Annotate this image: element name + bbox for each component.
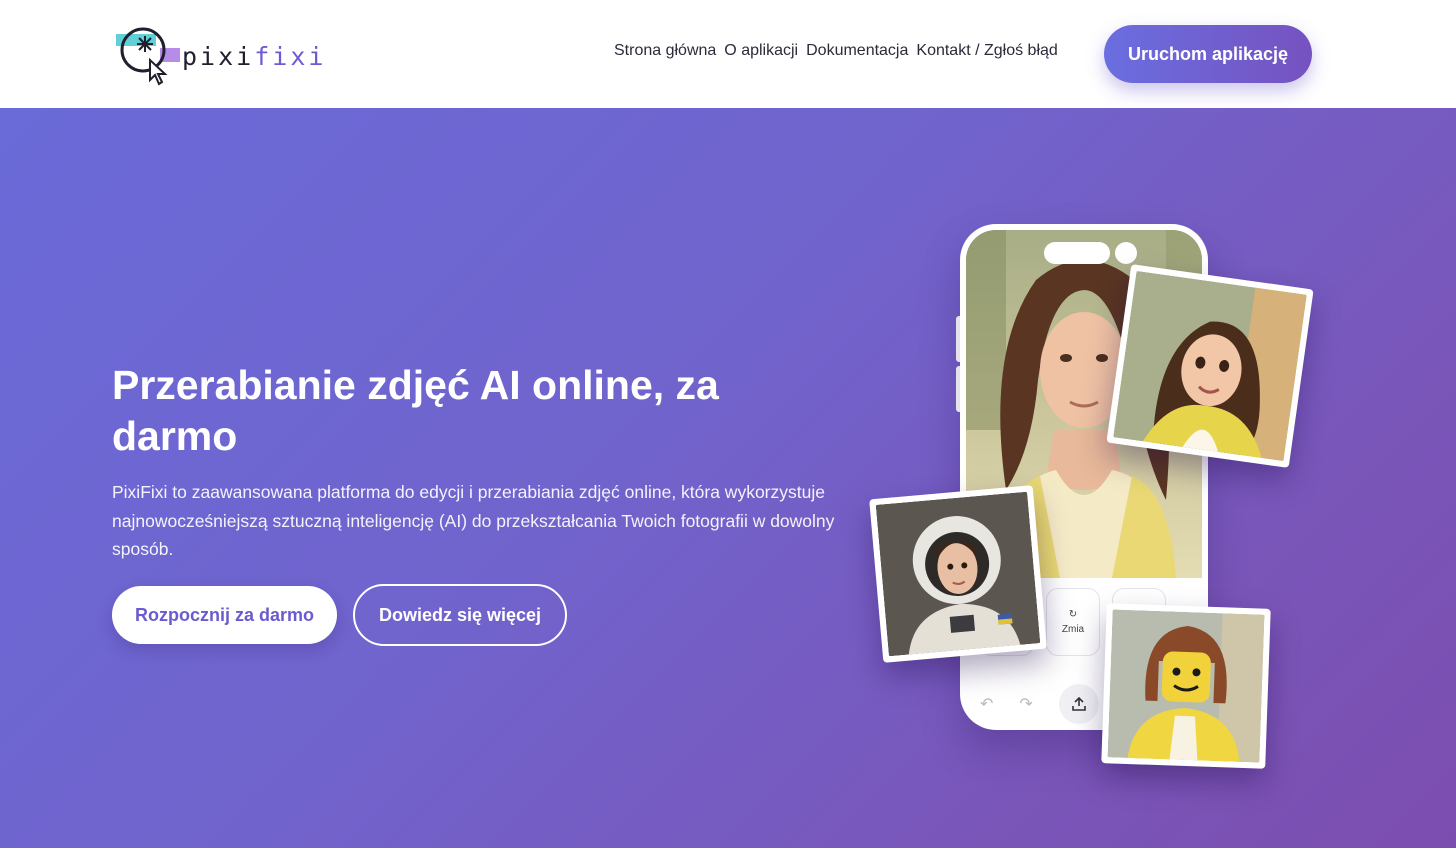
nav-link-docs[interactable]: Dokumentacja: [806, 42, 908, 60]
nav-link-about[interactable]: O aplikacji: [724, 42, 798, 60]
hero-description: PixiFixi to zaawansowana platforma do ed…: [112, 482, 835, 559]
astronaut-portrait-image: [875, 491, 1041, 657]
cartoon-portrait-image: [1113, 270, 1307, 462]
logo[interactable]: pixifixi: [114, 22, 323, 86]
site-header: pixifixi Strona główna O aplikacji Dokum…: [0, 0, 1456, 108]
hero-section: Przerabianie zdjęć AI online, za darmo P…: [0, 108, 1456, 848]
redo-icon[interactable]: ↷: [1019, 694, 1032, 714]
phone-tool-label: Zmia: [1061, 624, 1085, 635]
rotate-icon: ↻: [1068, 609, 1078, 620]
phone-notch: [1044, 242, 1110, 264]
logo-mark-icon: [114, 22, 184, 86]
logo-text-fixi: fixi: [254, 41, 327, 71]
logo-text: pixifixi: [182, 42, 326, 71]
start-free-button[interactable]: Rozpocznij za darmo: [112, 586, 337, 644]
nav-link-contact[interactable]: Kontakt / Zgłoś błąd: [916, 42, 1057, 60]
launch-app-button[interactable]: Uruchom aplikację: [1104, 25, 1312, 83]
main-nav: Strona główna O aplikacji Dokumentacja K…: [614, 42, 1058, 60]
undo-icon[interactable]: ↶: [980, 694, 993, 714]
cartoon-photo-card: [1106, 264, 1314, 468]
learn-more-button[interactable]: Dowiedz się więcej: [353, 584, 567, 646]
hero-title: Przerabianie zdjęć AI online, za darmo: [112, 362, 719, 459]
astronaut-photo-card: [869, 485, 1047, 663]
lego-portrait-image: [1107, 609, 1265, 763]
phone-tool-change[interactable]: ↻ Zmia: [1046, 588, 1100, 656]
phone-camera: [1115, 242, 1137, 264]
nav-link-home[interactable]: Strona główna: [614, 42, 716, 60]
share-icon[interactable]: [1058, 684, 1099, 724]
logo-text-pixi: pixi: [182, 41, 255, 71]
lego-photo-card: [1101, 603, 1271, 769]
